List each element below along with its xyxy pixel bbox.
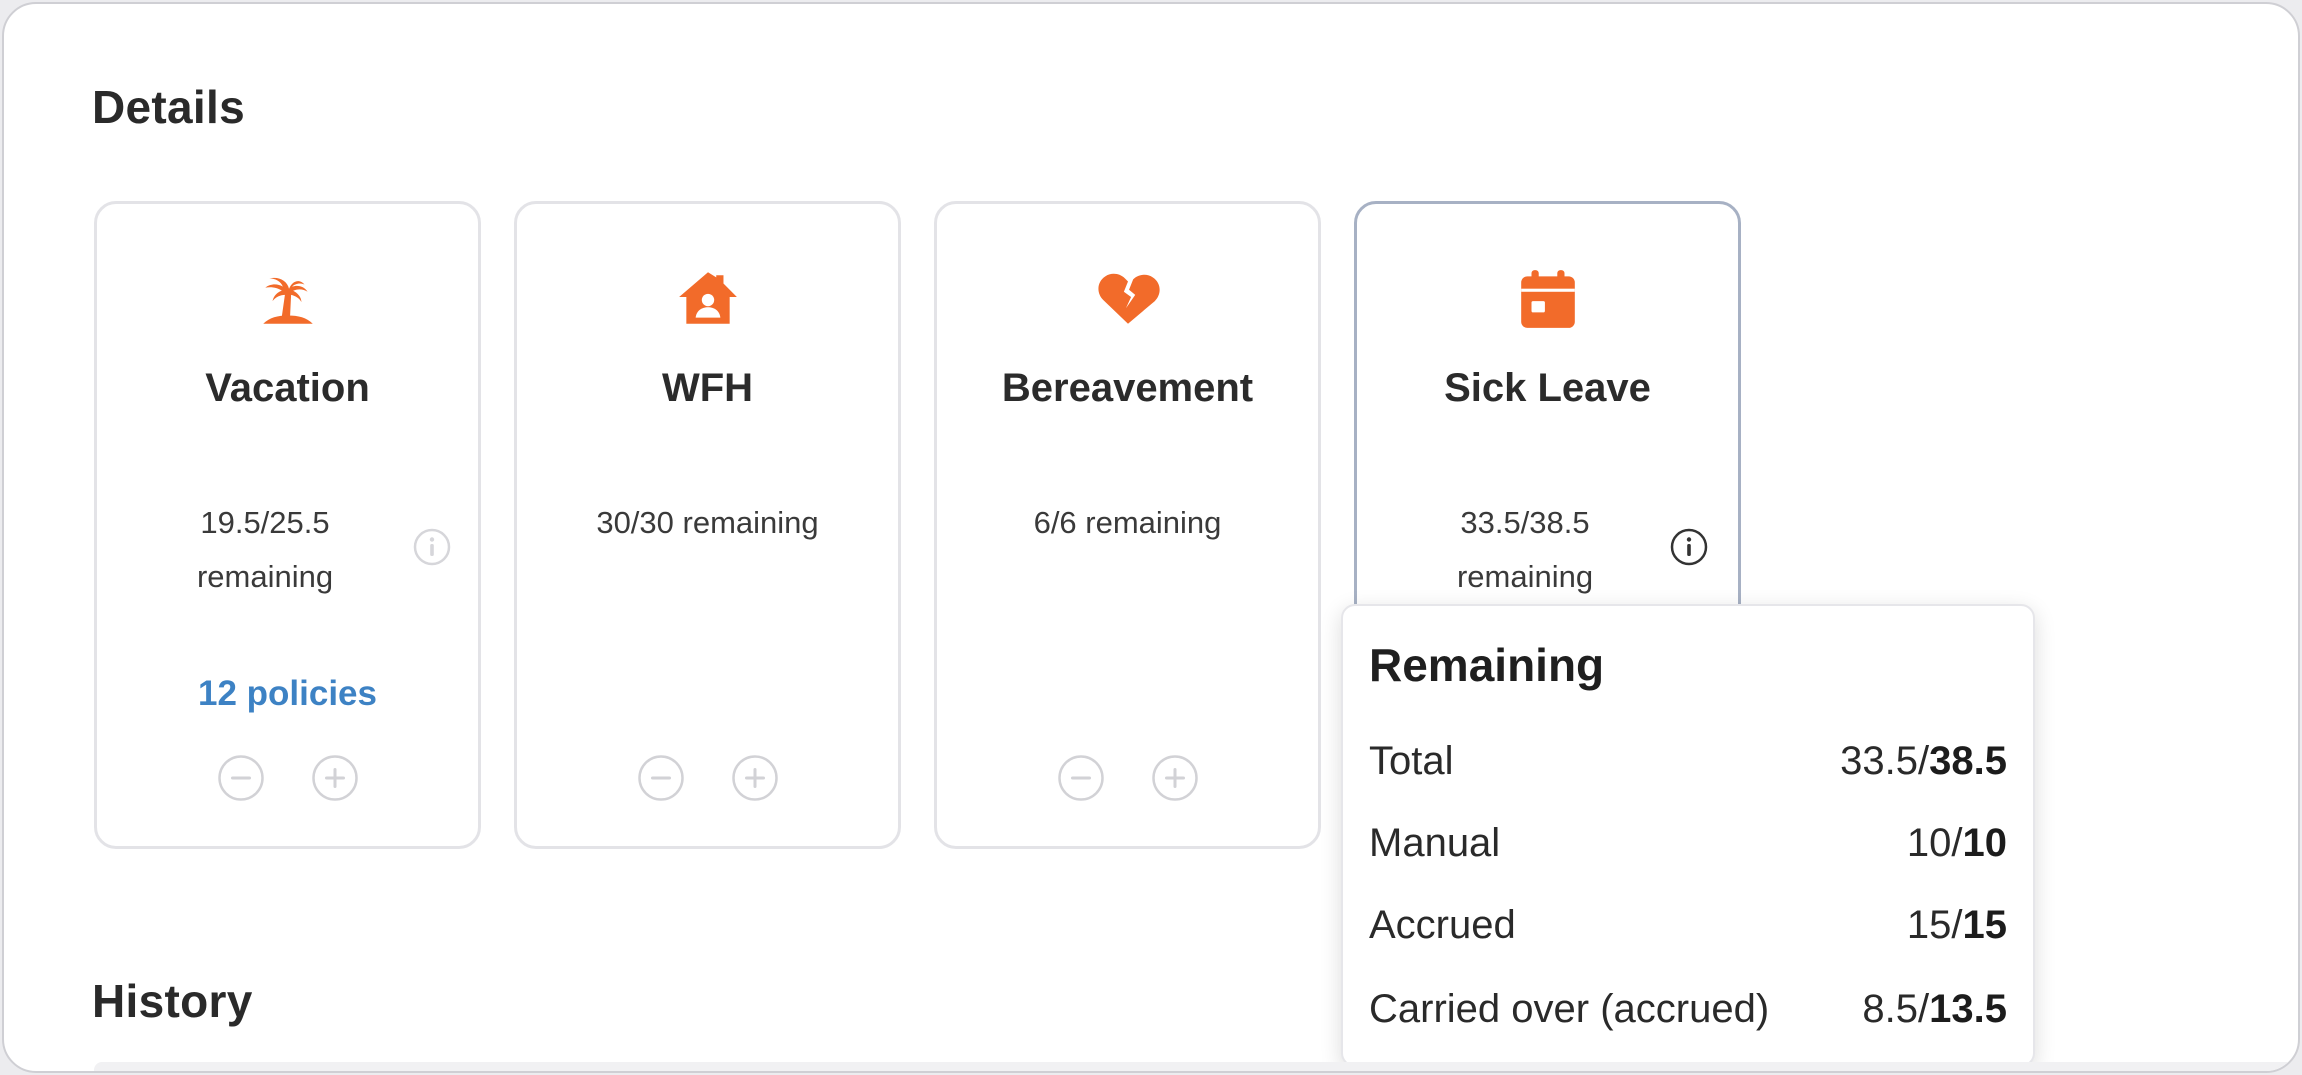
row-used: 15/ bbox=[1906, 902, 1963, 947]
app-frame: Details Vacation 19.5/25.5 remaining 12 … bbox=[2, 2, 2300, 1073]
palm-tree-icon bbox=[255, 266, 321, 332]
row-label: Accrued bbox=[1369, 902, 1516, 947]
popover-row-manual: Manual 10/10 bbox=[1369, 815, 2007, 871]
row-value: 15/15 bbox=[1907, 903, 2007, 948]
popover-row-accrued: Accrued 15/15 bbox=[1369, 897, 2007, 953]
history-table-header bbox=[94, 1062, 2294, 1071]
row-total: 13.5 bbox=[1929, 986, 2007, 1031]
adjust-controls bbox=[97, 754, 478, 802]
details-heading: Details bbox=[92, 81, 245, 133]
increase-button[interactable] bbox=[731, 754, 779, 802]
card-title: WFH bbox=[661, 366, 754, 410]
row-total: 15 bbox=[1962, 902, 2008, 947]
history-heading: History bbox=[92, 975, 253, 1027]
remaining-value: 33.5/38.5 bbox=[1460, 505, 1590, 540]
popover-title: Remaining bbox=[1369, 639, 1605, 691]
remaining-label: remaining bbox=[196, 559, 334, 594]
row-value: 10/10 bbox=[1907, 821, 2007, 866]
row-label: Total bbox=[1369, 738, 1454, 783]
adjust-controls bbox=[937, 754, 1318, 802]
row-label: Manual bbox=[1369, 820, 1501, 865]
popover-row-total: Total 33.5/38.5 bbox=[1369, 733, 2007, 789]
remaining-text: 19.5/25.5 remaining bbox=[155, 496, 375, 604]
home-user-icon bbox=[675, 266, 741, 332]
calendar-icon bbox=[1515, 266, 1581, 332]
row-total: 10 bbox=[1962, 820, 2008, 865]
policies-link[interactable]: 12 policies bbox=[97, 674, 478, 714]
decrease-button[interactable] bbox=[217, 754, 265, 802]
info-icon[interactable] bbox=[412, 527, 452, 567]
info-icon[interactable] bbox=[1669, 527, 1709, 567]
card-title: Bereavement bbox=[1001, 366, 1254, 410]
remaining-text: 30/30 remaining bbox=[596, 505, 819, 540]
card-vacation[interactable]: Vacation 19.5/25.5 remaining 12 policies bbox=[94, 201, 481, 849]
card-wfh[interactable]: WFH 30/30 remaining bbox=[514, 201, 901, 849]
row-used: 8.5/ bbox=[1862, 986, 1930, 1031]
row-value: 33.5/38.5 bbox=[1840, 739, 2007, 784]
row-value: 8.5/13.5 bbox=[1862, 987, 2007, 1032]
card-bereavement[interactable]: Bereavement 6/6 remaining bbox=[934, 201, 1321, 849]
row-total: 38.5 bbox=[1929, 738, 2007, 783]
row-used: 33.5/ bbox=[1840, 738, 1930, 783]
remaining-text: 33.5/38.5 remaining bbox=[1415, 496, 1635, 604]
adjust-controls bbox=[517, 754, 898, 802]
popover-row-carried-over: Carried over (accrued) 8.5/13.5 bbox=[1369, 981, 2007, 1037]
row-label: Carried over (accrued) bbox=[1369, 986, 1770, 1031]
remaining-popover: Remaining Total 33.5/38.5 Manual 10/10 A… bbox=[1341, 604, 2035, 1067]
row-used: 10/ bbox=[1906, 820, 1963, 865]
remaining-value: 19.5/25.5 bbox=[200, 505, 330, 540]
remaining-label: remaining bbox=[1456, 559, 1594, 594]
card-title: Sick Leave bbox=[1444, 366, 1651, 410]
broken-heart-icon bbox=[1095, 266, 1161, 332]
increase-button[interactable] bbox=[1151, 754, 1199, 802]
remaining-text: 6/6 remaining bbox=[1033, 505, 1222, 540]
card-title: Vacation bbox=[205, 366, 370, 410]
decrease-button[interactable] bbox=[1057, 754, 1105, 802]
decrease-button[interactable] bbox=[637, 754, 685, 802]
increase-button[interactable] bbox=[311, 754, 359, 802]
